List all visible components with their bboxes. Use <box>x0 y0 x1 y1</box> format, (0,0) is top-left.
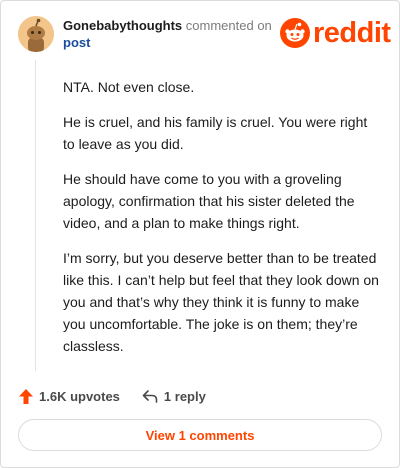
reply-arrow-icon <box>142 390 158 403</box>
reply-button[interactable]: 1 reply <box>142 389 206 404</box>
comment-paragraph: He should have come to you with a grovel… <box>63 171 355 231</box>
commented-on-label: commented on <box>185 18 272 33</box>
comment-header: Gonebabythoughts commented on <box>63 17 272 34</box>
view-comments-button[interactable]: View 1 comments <box>18 419 382 451</box>
reddit-snoo-icon <box>280 18 310 48</box>
username[interactable]: Gonebabythoughts <box>63 18 182 33</box>
snoo-avatar-icon <box>18 16 54 52</box>
post-link[interactable]: post <box>63 35 90 51</box>
reddit-logo[interactable]: reddit <box>280 17 391 49</box>
comment-card: Gonebabythoughts commented on post reddi… <box>0 0 400 468</box>
upvote-button[interactable]: 1.6K upvotes <box>18 388 120 405</box>
arrow-up-icon <box>19 388 33 404</box>
comment-paragraph: I’m sorry, but you deserve better than t… <box>63 250 379 354</box>
comment-paragraph: He is cruel, and his family is cruel. Yo… <box>63 114 368 152</box>
upvote-count: 1.6K upvotes <box>39 388 120 404</box>
comment-paragraph: NTA. Not even close. <box>63 79 195 95</box>
reply-count: 1 reply <box>163 388 206 404</box>
comment-actions: 1.6K upvotes 1 reply <box>18 385 206 407</box>
user-avatar[interactable] <box>18 16 54 52</box>
view-comments-label: View 1 comments <box>145 427 255 443</box>
thread-line[interactable] <box>35 60 36 371</box>
comment-body: NTA. Not even close. He is cruel, and hi… <box>63 76 379 370</box>
reddit-wordmark: reddit <box>313 17 391 49</box>
